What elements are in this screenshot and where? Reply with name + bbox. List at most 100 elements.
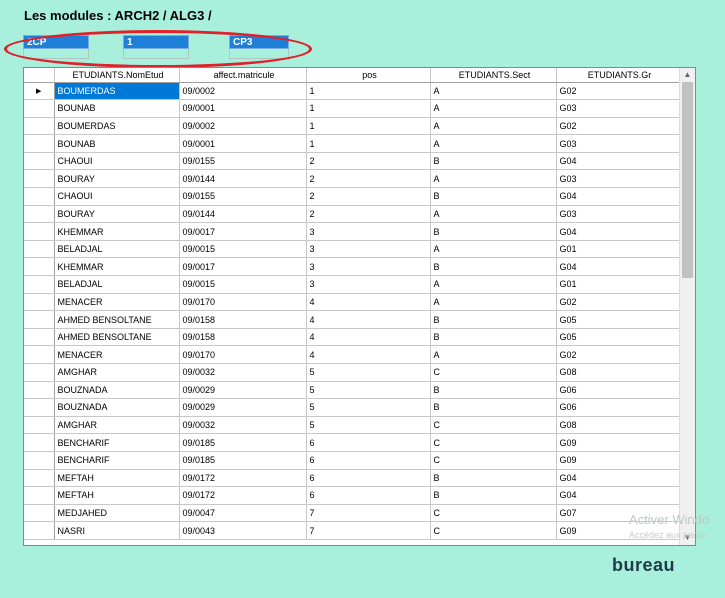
table-row[interactable]: BELADJAL 09/0015 3 A G01 xyxy=(24,275,681,294)
row-header-cell[interactable] xyxy=(24,134,55,153)
table-cell[interactable]: G06 xyxy=(556,381,681,400)
table-cell[interactable]: AMGHAR xyxy=(54,363,180,382)
table-cell[interactable]: 3 xyxy=(306,275,431,294)
table-cell[interactable]: G02 xyxy=(556,293,681,312)
table-cell[interactable]: 1 xyxy=(306,117,431,136)
table-cell[interactable]: BOUMERDAS xyxy=(54,82,180,101)
table-cell[interactable]: BELADJAL xyxy=(54,240,180,259)
table-cell[interactable]: 6 xyxy=(306,451,431,470)
table-row[interactable]: CHAOUI 09/0155 2 B G04 xyxy=(24,187,681,206)
table-cell[interactable]: G03 xyxy=(556,99,681,118)
table-cell[interactable]: A xyxy=(430,82,557,101)
table-cell[interactable]: MENACER xyxy=(54,293,180,312)
table-cell[interactable]: G04 xyxy=(556,257,681,277)
table-cell[interactable]: 5 xyxy=(306,381,431,400)
table-cell[interactable]: MENACER xyxy=(54,345,180,364)
table-cell[interactable]: B xyxy=(430,469,557,488)
row-header-cell[interactable] xyxy=(24,257,55,277)
table-cell[interactable]: 4 xyxy=(306,328,431,347)
row-header-cell[interactable] xyxy=(24,451,55,470)
column-header[interactable]: pos xyxy=(306,68,431,83)
table-row[interactable]: BOUZNADA 09/0029 5 B G06 xyxy=(24,381,681,400)
column-header[interactable]: affect.matricule xyxy=(179,68,307,83)
row-header-cell[interactable] xyxy=(24,416,55,435)
table-cell[interactable]: A xyxy=(430,169,557,189)
table-cell[interactable]: 09/0144 xyxy=(179,169,307,189)
table-row[interactable]: BELADJAL 09/0015 3 A G01 xyxy=(24,240,681,259)
table-cell[interactable]: C xyxy=(430,363,557,382)
table-cell[interactable]: KHEMMAR xyxy=(54,257,180,277)
scroll-up-icon[interactable]: ▲ xyxy=(680,68,695,82)
table-cell[interactable]: 09/0001 xyxy=(179,99,307,118)
table-cell[interactable]: 1 xyxy=(306,99,431,118)
table-cell[interactable]: B xyxy=(430,398,557,417)
row-header-cell[interactable]: ▶ xyxy=(24,82,55,101)
table-cell[interactable]: 3 xyxy=(306,222,431,241)
table-row[interactable]: MENACER 09/0170 4 A G02 xyxy=(24,345,681,364)
table-row[interactable]: AHMED BENSOLTANE 09/0158 4 B G05 xyxy=(24,310,681,329)
row-header-cell[interactable] xyxy=(24,310,55,329)
table-cell[interactable]: B xyxy=(430,152,557,171)
table-cell[interactable]: B xyxy=(430,381,557,400)
row-header-cell[interactable] xyxy=(24,398,55,417)
table-cell[interactable]: 09/0185 xyxy=(179,433,307,452)
table-cell[interactable]: 1 xyxy=(306,134,431,153)
table-cell[interactable]: 5 xyxy=(306,398,431,417)
table-cell[interactable]: MEFTAH xyxy=(54,469,180,488)
row-header-cell[interactable] xyxy=(24,521,55,540)
table-cell[interactable]: B xyxy=(430,486,557,505)
table-cell[interactable]: G02 xyxy=(556,345,681,364)
table-cell[interactable]: 09/0170 xyxy=(179,345,307,364)
table-cell[interactable]: 1 xyxy=(306,82,431,101)
row-header-cell[interactable] xyxy=(24,293,55,312)
column-header[interactable]: ETUDIANTS.Gr xyxy=(556,68,681,83)
table-cell[interactable]: 4 xyxy=(306,293,431,312)
table-row[interactable]: BOUMERDAS 09/0002 1 A G02 xyxy=(24,117,681,136)
table-cell[interactable]: G01 xyxy=(556,275,681,294)
table-cell[interactable]: 09/0170 xyxy=(179,293,307,312)
table-cell[interactable]: 09/0015 xyxy=(179,240,307,259)
row-header-cell[interactable] xyxy=(24,275,55,294)
table-cell[interactable]: G09 xyxy=(556,433,681,452)
table-cell[interactable]: B xyxy=(430,257,557,277)
table-row[interactable]: AHMED BENSOLTANE 09/0158 4 B G05 xyxy=(24,328,681,347)
table-cell[interactable]: BOUNAB xyxy=(54,99,180,118)
table-cell[interactable]: 09/0001 xyxy=(179,134,307,153)
table-row[interactable]: CHAOUI 09/0155 2 B G04 xyxy=(24,152,681,171)
table-cell[interactable]: 4 xyxy=(306,345,431,364)
row-header-cell[interactable] xyxy=(24,187,55,206)
table-cell[interactable]: G04 xyxy=(556,469,681,488)
table-cell[interactable]: 09/0029 xyxy=(179,381,307,400)
table-cell[interactable]: B xyxy=(430,310,557,329)
table-cell[interactable]: G02 xyxy=(556,117,681,136)
table-cell[interactable]: 2 xyxy=(306,187,431,206)
table-row[interactable]: MEFTAH 09/0172 6 B G04 xyxy=(24,486,681,505)
table-cell[interactable]: 09/0144 xyxy=(179,205,307,224)
row-header-cell[interactable] xyxy=(24,328,55,347)
table-row[interactable]: BOURAY 09/0144 2 A G03 xyxy=(24,205,681,224)
table-row[interactable]: BENCHARIF 09/0185 6 C G09 xyxy=(24,451,681,470)
table-cell[interactable]: AHMED BENSOLTANE xyxy=(54,328,180,347)
table-cell[interactable]: 5 xyxy=(306,363,431,382)
table-cell[interactable]: 7 xyxy=(306,521,431,540)
table-cell[interactable]: 09/0029 xyxy=(179,398,307,417)
table-cell[interactable]: 5 xyxy=(306,416,431,435)
table-row[interactable]: NASRI 09/0043 7 C G09 xyxy=(24,521,681,540)
table-cell[interactable]: A xyxy=(430,293,557,312)
table-cell[interactable]: 09/0158 xyxy=(179,328,307,347)
table-cell[interactable]: MEFTAH xyxy=(54,486,180,505)
table-cell[interactable]: CHAOUI xyxy=(54,152,180,171)
table-cell[interactable]: BOURAY xyxy=(54,169,180,189)
table-cell[interactable]: A xyxy=(430,240,557,259)
row-header-cell[interactable] xyxy=(24,469,55,488)
table-cell[interactable]: G09 xyxy=(556,451,681,470)
row-header-cell[interactable] xyxy=(24,345,55,364)
table-row[interactable]: BOUZNADA 09/0029 5 B G06 xyxy=(24,398,681,417)
table-cell[interactable]: 2 xyxy=(306,205,431,224)
row-header-cell[interactable] xyxy=(24,433,55,452)
table-row[interactable]: BOURAY 09/0144 2 A G03 xyxy=(24,169,681,189)
table-cell[interactable]: 09/0032 xyxy=(179,363,307,382)
row-header-cell[interactable] xyxy=(24,381,55,400)
table-cell[interactable]: B xyxy=(430,328,557,347)
table-cell[interactable]: G03 xyxy=(556,134,681,153)
